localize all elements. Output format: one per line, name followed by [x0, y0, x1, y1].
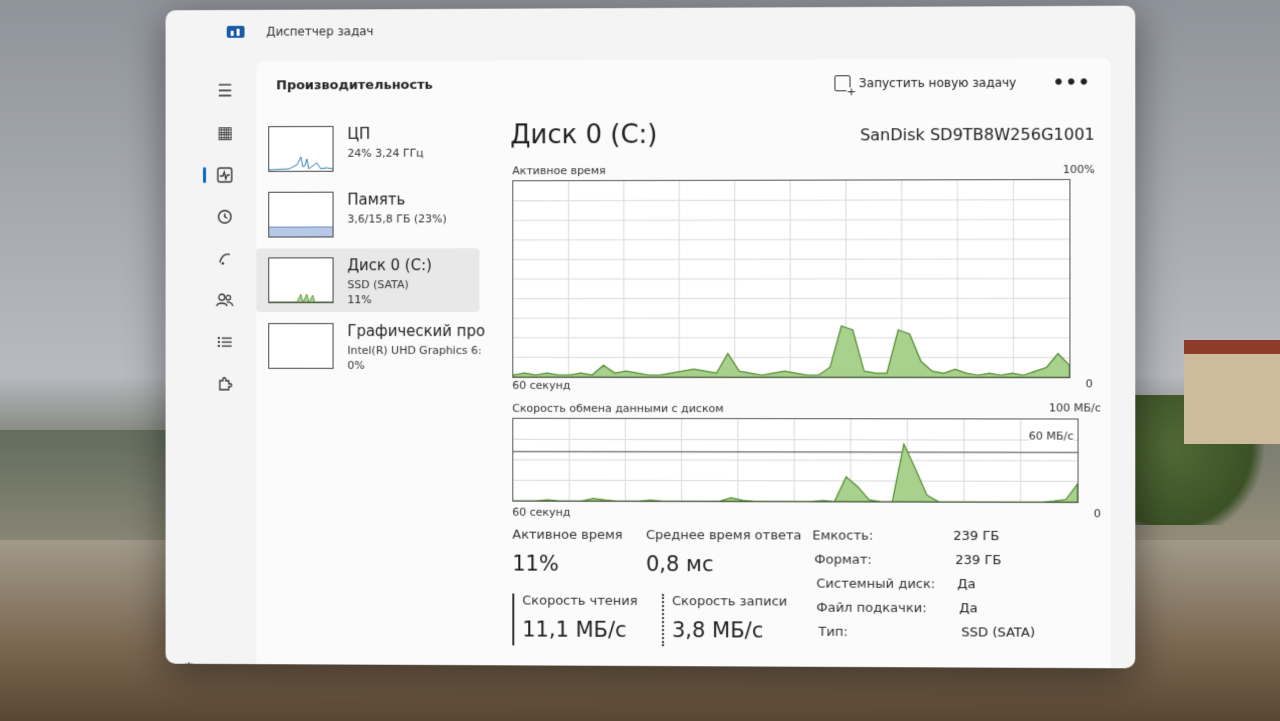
run-new-task-button[interactable]: Запустить новую задачу: [835, 75, 1017, 92]
gpu-thumbnail-graph: [268, 323, 333, 369]
users-icon[interactable]: [207, 282, 243, 318]
format-key: Формат:: [814, 553, 871, 568]
write-speed-label: Скорость записи: [672, 594, 787, 609]
sidebar-item-disk-0[interactable]: Диск 0 (C:) SSD (SATA) 11%: [256, 248, 479, 312]
active-time-max-label: 100%: [1063, 163, 1095, 176]
new-task-icon: [835, 75, 851, 91]
memory-thumbnail-graph: [268, 192, 333, 238]
active-time-right-label: 0: [1086, 377, 1093, 390]
write-speed-separator: [662, 594, 664, 646]
sidebar-item-cpu[interactable]: ЦП 24% 3,24 ГГц: [256, 117, 479, 181]
graph-grid: [513, 419, 1077, 502]
run-new-task-label: Запустить новую задачу: [859, 76, 1016, 91]
graph-series-area: [513, 326, 1069, 377]
active-time-chart: [513, 180, 1069, 377]
type-value: SSD (SATA): [961, 625, 1035, 640]
transfer-left-label: 60 секунд: [512, 506, 570, 519]
content-panel: Производительность Запустить новую задач…: [256, 58, 1111, 668]
title-bar: Диспетчер задач: [166, 6, 1136, 54]
more-options-icon[interactable]: •••: [1053, 72, 1091, 93]
active-time-left-label: 60 секунд: [512, 379, 570, 392]
disk-stats: Активное время 11% Среднее время ответа …: [510, 524, 1072, 526]
transfer-rate-chart: [513, 419, 1077, 502]
disk-type: SSD (SATA): [347, 278, 408, 291]
disk-usage: 11%: [347, 293, 371, 306]
transfer-graph-label: Скорость обмена данными с диском: [512, 402, 723, 415]
type-key: Тип:: [818, 625, 847, 640]
transfer-rate-graph: 60 МБ/с: [512, 418, 1078, 503]
cpu-usage: 24% 3,24 ГГц: [347, 147, 423, 160]
content-header: Производительность Запустить новую задач…: [256, 58, 1111, 109]
read-speed-label: Скорость чтения: [522, 594, 637, 609]
transfer-mid-label: 60 МБ/с: [1029, 430, 1074, 443]
background-house: [1184, 340, 1280, 444]
services-puzzle-icon[interactable]: [207, 366, 243, 402]
capacity-value: 239 ГБ: [953, 529, 999, 544]
disk-name: Диск 0 (C:): [347, 256, 431, 274]
page-file-value: Да: [959, 601, 977, 616]
window-title: Диспетчер задач: [266, 24, 373, 38]
active-time-graph: [512, 179, 1070, 378]
response-time-stat-value: 0,8 мс: [646, 552, 714, 576]
disk-model: SanDisk SD9TB8W256G1001: [860, 125, 1095, 145]
disk-thumbnail-graph: [268, 257, 333, 303]
processes-icon[interactable]: ▦: [207, 115, 243, 151]
cpu-name: ЦП: [347, 125, 370, 143]
system-disk-value: Да: [957, 577, 975, 592]
transfer-right-label: 0: [1094, 507, 1101, 520]
memory-fill: [269, 227, 332, 237]
read-speed-separator: [512, 593, 514, 645]
active-time-stat-value: 11%: [512, 552, 559, 576]
disk-title: Диск 0 (C:): [510, 120, 657, 150]
format-value: 239 ГБ: [955, 553, 1001, 568]
page-title: Производительность: [276, 77, 433, 93]
transfer-max-label: 100 МБ/с: [1049, 401, 1101, 414]
page-file-key: Файл подкачки:: [816, 601, 926, 616]
graph-grid: [513, 180, 1069, 377]
system-disk-key: Системный диск:: [816, 577, 935, 592]
app-history-icon[interactable]: [207, 199, 243, 235]
mid-scale-line: [513, 452, 1077, 453]
read-speed-value: 11,1 МБ/с: [522, 617, 626, 641]
memory-name: Память: [347, 191, 405, 209]
gpu-name: Графический про: [347, 322, 485, 340]
capacity-key: Емкость:: [812, 528, 873, 543]
memory-usage: 3,6/15,8 ГБ (23%): [347, 212, 446, 225]
response-time-stat-label: Среднее время ответа: [646, 528, 802, 543]
write-speed-value: 3,8 МБ/с: [672, 618, 763, 642]
task-manager-app-icon: [227, 26, 245, 38]
cpu-thumbnail-graph: [268, 126, 333, 172]
header-actions: Запустить новую задачу •••: [835, 72, 1091, 94]
gpu-model: Intel(R) UHD Graphics 6:: [347, 344, 481, 357]
nav-rail: ☰ ▦ ⚙: [166, 54, 255, 664]
active-time-stat-label: Активное время: [512, 528, 622, 543]
sidebar-item-gpu[interactable]: Графический про Intel(R) UHD Graphics 6:…: [256, 314, 479, 378]
performance-icon[interactable]: [207, 157, 243, 193]
details-list-icon[interactable]: [207, 324, 243, 360]
task-manager-window: Диспетчер задач ☰ ▦ ⚙ Производительность: [166, 6, 1136, 669]
active-time-graph-label: Активное время: [512, 164, 605, 177]
hamburger-menu-icon[interactable]: ☰: [207, 74, 243, 110]
performance-sidebar: ЦП 24% 3,24 ГГц Память 3,6/15,8 ГБ (23%)…: [256, 117, 479, 380]
gpu-usage: 0%: [347, 359, 364, 372]
sidebar-item-memory[interactable]: Память 3,6/15,8 ГБ (23%): [256, 182, 479, 246]
disk-details-panel: Диск 0 (C:) SanDisk SD9TB8W256G1001 Акти…: [510, 115, 1111, 117]
startup-apps-icon[interactable]: [207, 241, 243, 277]
